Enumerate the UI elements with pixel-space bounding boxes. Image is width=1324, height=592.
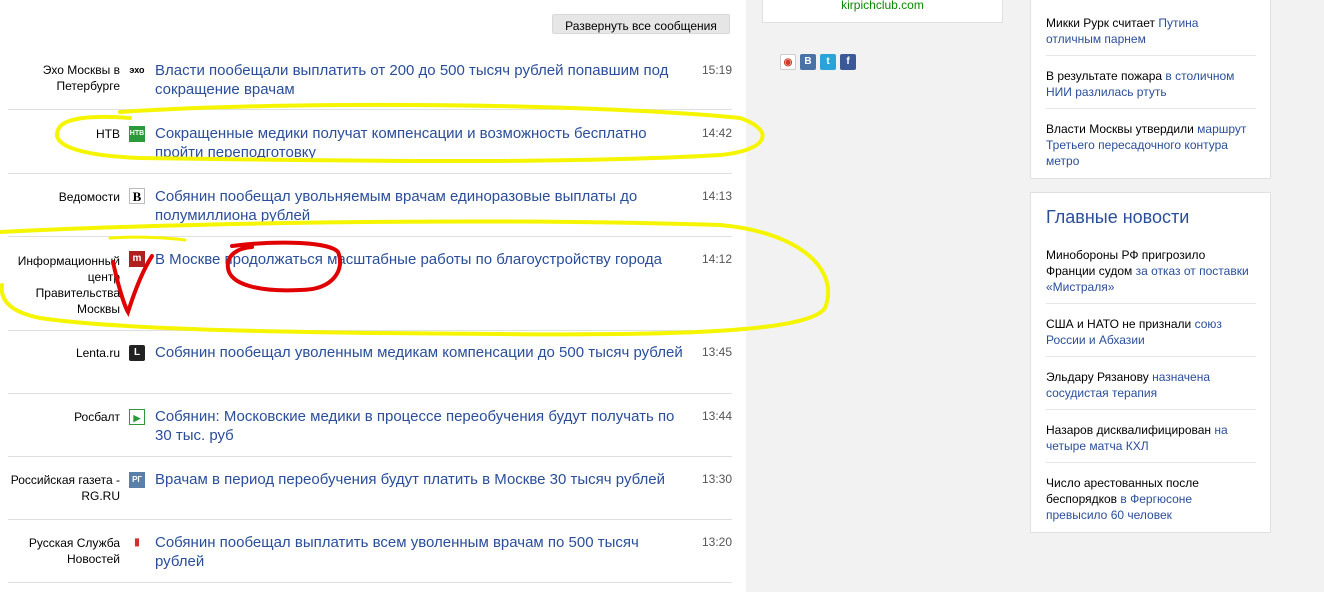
news-item[interactable]: Микки Рурк считает Путина отличным парне… — [1046, 15, 1256, 56]
news-item[interactable]: Назаров дисквалифицирован на четыре матч… — [1046, 422, 1256, 463]
main-news-panel: Главные новости Минобороны РФ пригрозило… — [1030, 192, 1271, 533]
news-source[interactable]: Lenta.ru — [8, 345, 120, 361]
news-time: 14:13 — [701, 189, 732, 203]
news-title-link[interactable]: Собянин пообещал выплатить всем уволенны… — [155, 533, 685, 571]
vedomosti-icon: В — [129, 188, 145, 204]
news-row: Ведомости В Собянин пообещал увольняемым… — [8, 174, 732, 237]
news-time: 13:45 — [701, 345, 732, 359]
news-source[interactable]: НТВ — [8, 126, 120, 142]
news-title-link[interactable]: Врачам в период переобучения будут плати… — [155, 470, 685, 489]
news-row: НТВ НТВ Сокращенные медики получат компе… — [8, 110, 732, 174]
news-time: 13:44 — [701, 409, 732, 423]
news-time: 13:30 — [701, 472, 732, 486]
news-source[interactable]: Ведомости — [8, 189, 120, 205]
top-news-panel: Микки Рурк считает Путина отличным парне… — [1030, 0, 1271, 179]
news-row: Российская газета - RG.RU РГ Врачам в пе… — [8, 457, 732, 520]
expand-all-button[interactable]: Развернуть все сообщения — [552, 14, 730, 34]
facebook-share-icon[interactable]: f — [840, 54, 856, 70]
news-time: 13:20 — [701, 535, 732, 549]
news-row: Lenta.ru L Собянин пообещал уволенным ме… — [8, 331, 732, 394]
news-row: Росбалт ▶ Собянин: Московские медики в п… — [8, 394, 732, 457]
rsn-icon: ▮ — [134, 537, 140, 548]
mos-icon: m — [129, 251, 145, 267]
news-item[interactable]: Число арестованных после беспорядков в Ф… — [1046, 475, 1256, 531]
news-item[interactable]: Минобороны РФ пригрозило Франции судом з… — [1046, 247, 1256, 304]
ad-link[interactable]: kirpichclub.com — [763, 0, 1002, 12]
news-source[interactable]: Эхо Москвы в Петербурге — [8, 62, 120, 94]
news-title-link[interactable]: Собянин: Московские медики в процессе пе… — [155, 407, 685, 445]
news-title-link[interactable]: Собянин пообещал увольняемым врачам един… — [155, 187, 685, 225]
news-source[interactable]: Российская газета - RG.RU — [8, 472, 120, 504]
vk-share-icon[interactable]: В — [800, 54, 816, 70]
news-title-link[interactable]: Власти пообещали выплатить от 200 до 500… — [155, 61, 685, 99]
rg-icon: РГ — [129, 472, 145, 488]
echo-icon: эхо — [129, 65, 145, 75]
news-title-link[interactable]: В Москве продолжаться масштабные работы … — [155, 250, 685, 269]
news-item[interactable]: США и НАТО не признали союз России и Абх… — [1046, 316, 1256, 357]
main-news-title[interactable]: Главные новости — [1046, 207, 1189, 228]
news-time: 14:42 — [701, 126, 732, 140]
news-title-link[interactable]: Сокращенные медики получат компенсации и… — [155, 124, 685, 162]
news-title-link[interactable]: Собянин пообещал уволенным медикам компе… — [155, 343, 685, 362]
rosbalt-icon: ▶ — [129, 409, 145, 425]
news-source[interactable]: Информационный центр Правительства Москв… — [8, 253, 120, 317]
news-row: Русская Служба Новостей ▮ Собянин пообещ… — [8, 520, 732, 583]
center-column: kirpichclub.com ◉ В t f — [746, 0, 1030, 592]
mail-share-icon[interactable]: ◉ — [780, 54, 796, 70]
news-row: Эхо Москвы в Петербурге эхо Власти пообе… — [8, 52, 732, 110]
news-item[interactable]: Эльдару Рязанову назначена сосудистая те… — [1046, 369, 1256, 410]
news-source[interactable]: Русская Служба Новостей — [8, 535, 120, 567]
news-row: Информационный центр Правительства Москв… — [8, 237, 732, 331]
news-source[interactable]: Росбалт — [8, 409, 120, 425]
news-time: 14:12 — [701, 252, 732, 266]
news-item[interactable]: В результате пожара в столичном НИИ разл… — [1046, 68, 1256, 109]
news-item[interactable]: Власти Москвы утвердили маршрут Третьего… — [1046, 121, 1256, 177]
twitter-share-icon[interactable]: t — [820, 54, 836, 70]
lenta-icon: L — [129, 345, 145, 361]
news-list-panel: Развернуть все сообщения Эхо Москвы в Пе… — [0, 0, 746, 592]
ad-block: kirpichclub.com — [762, 0, 1003, 23]
news-time: 15:19 — [701, 63, 732, 77]
ntv-icon: НТВ — [129, 126, 145, 142]
